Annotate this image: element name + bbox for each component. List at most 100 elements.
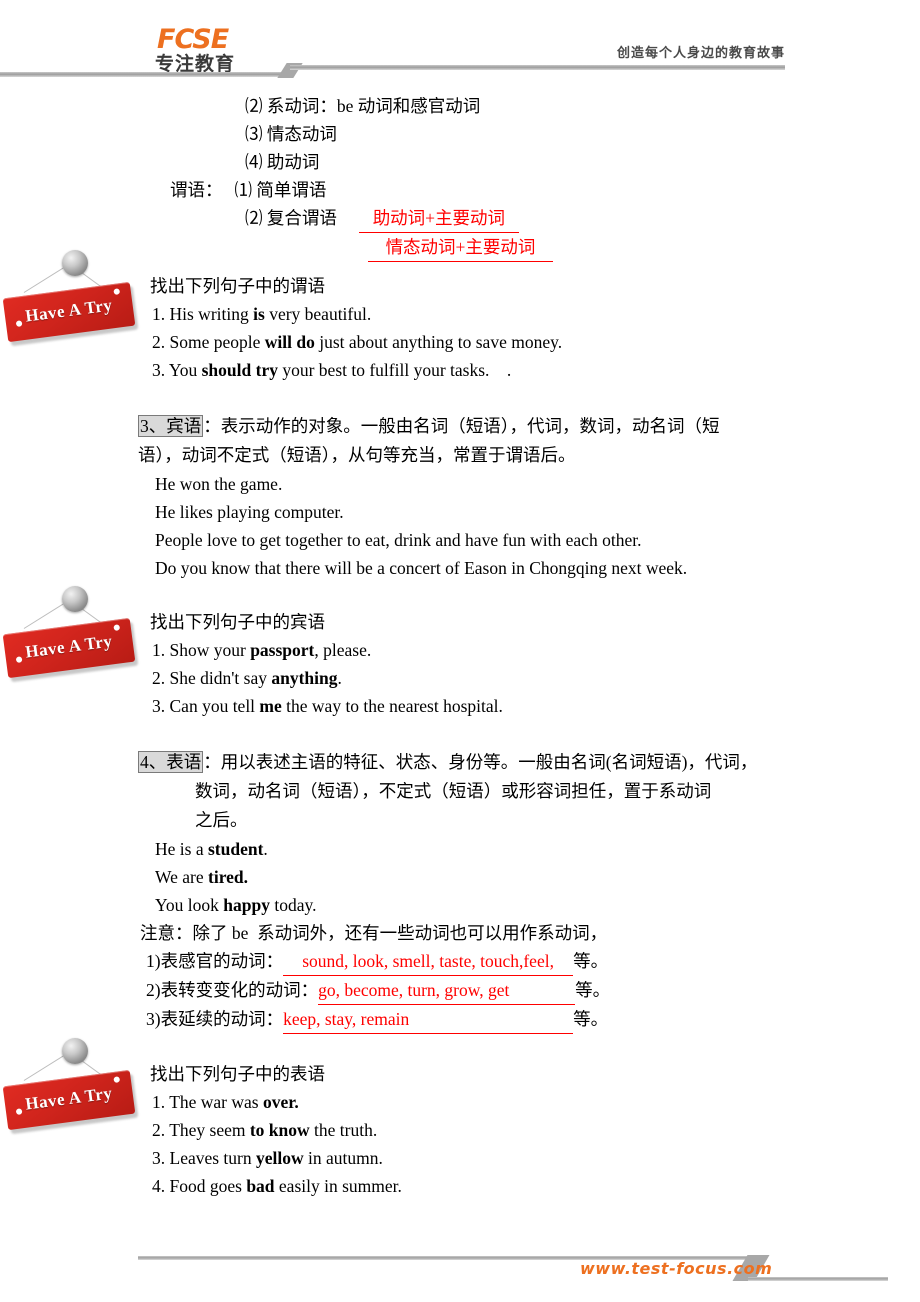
section-4: 4、表语 ：用以表述主语的特征、状态、身份等。一般由名词(名词短语)，代词， <box>138 748 793 777</box>
item-text-post: your best to fulfill your tasks. . <box>277 360 512 380</box>
item-text-post: just about anything to save money. <box>314 332 563 352</box>
brand-logo: FCSE 专注教育 <box>155 26 275 76</box>
item-text-pre: His writing <box>169 304 254 324</box>
footer-website-url[interactable]: www.test-focus.com <box>580 1259 772 1278</box>
exercise3-item-1: 1. The war was over. <box>152 1088 920 1116</box>
badge-hole-right-icon <box>113 624 121 631</box>
item-text-post: the truth. <box>309 1120 378 1140</box>
exercise3-item-4: 4. Food goes bad easily in summer. <box>152 1172 920 1200</box>
item-text-post: the way to the nearest hospital. <box>281 696 503 716</box>
section-3-body-2: 语），动词不定式（短语），从句等充当，常置于谓语后。 <box>138 441 793 470</box>
item-text-post: very beautiful. <box>264 304 372 324</box>
exercise2-item-2: 2. She didn't say anything. <box>152 664 920 692</box>
exercise2-prompt: 找出下列句子中的宾语 <box>150 612 325 632</box>
item-text-post: . <box>337 668 342 688</box>
fill-answer: keep, stay, remain <box>283 1005 574 1034</box>
section-4-colon: ： <box>203 752 221 772</box>
fill-label: 2)表转变变化的动词： <box>146 980 319 1000</box>
fill-tail: 等。 <box>573 951 609 971</box>
item-text-bold: passport <box>250 640 315 660</box>
item-text-bold: yellow <box>256 1148 304 1168</box>
outline-item-4: ⑷ 助动词 <box>245 152 320 172</box>
item-text-post: , please. <box>314 640 372 660</box>
item-number: 1. <box>152 640 170 660</box>
item-text-post: easily in summer. <box>274 1176 402 1196</box>
predicate-label: 谓语： <box>170 180 223 200</box>
fill-tail: 等。 <box>573 1009 609 1029</box>
exercise1-item-2: 2. Some people will do just about anythi… <box>152 328 920 356</box>
item-text-bold: anything <box>271 668 338 688</box>
badge-string-right <box>75 604 122 638</box>
example-text-pre: We are <box>155 867 208 887</box>
header-tagline: 创造每个人身边的教育故事 <box>616 46 785 61</box>
outline-item-3: ⑶ 情态动词 <box>245 124 337 144</box>
item-text-pre: You <box>168 360 202 380</box>
item-number: 3. <box>152 1148 170 1168</box>
fill-answer: sound, look, smell, taste, touch,feel, <box>283 947 574 976</box>
badge-plate-shadow <box>5 285 139 347</box>
section-3-example-1: He won the game. <box>155 474 283 494</box>
section-4-fill-2: 2)表转变变化的动词：go, become, turn, grow, get 等。 <box>146 976 920 1005</box>
item-text-pre: They seem <box>169 1120 250 1140</box>
predicate-answer-2: 情态动词+主要动词 <box>368 233 553 262</box>
exercise1-prompt: 找出下列句子中的谓语 <box>150 276 325 296</box>
section-4-body-2: 数词，动名词（短语），不定式（短语）或形容词担任，置于系动词 <box>195 781 712 801</box>
item-text-bold: to know <box>249 1120 310 1140</box>
item-number: 2. <box>152 1120 170 1140</box>
section-3-example-2: He likes playing computer. <box>155 502 344 522</box>
section-3-example-4: Do you know that there will be a concert… <box>155 558 688 578</box>
exercise3-item-2: 2. They seem to know the truth. <box>152 1116 920 1144</box>
example-text-pre: You look <box>155 895 224 915</box>
badge-plate-shadow <box>5 621 139 683</box>
item-text-bold: is <box>253 304 265 324</box>
predicate-line-compound-2: 情态动词+主要动词 <box>368 233 920 262</box>
fill-label: 3)表延续的动词： <box>146 1009 284 1029</box>
item-text-pre: Food goes <box>169 1176 247 1196</box>
badge-plate-shadow <box>5 1073 139 1135</box>
badge-plate: Have A Try <box>2 281 136 343</box>
predicate-compound: ⑵ 复合谓语 <box>245 208 337 228</box>
item-text-pre: Leaves turn <box>169 1148 256 1168</box>
exercise2-item-3: 3. Can you tell me the way to the neares… <box>152 692 920 720</box>
outline-item-2: ⑵ 系动词：be 动词和感官动词 <box>245 96 481 116</box>
exercise2-item-1: 1. Show your passport, please. <box>152 636 920 664</box>
badge-label: Have A Try <box>24 295 114 326</box>
section-4-example-1: He is a student. <box>155 835 920 863</box>
item-text-bold: me <box>259 696 282 716</box>
item-text-pre: Can you tell <box>169 696 260 716</box>
item-text-pre: Show your <box>169 640 251 660</box>
badge-plate: Have A Try <box>2 617 136 679</box>
section-3-example-3: People love to get together to eat, drin… <box>155 530 642 550</box>
exercise3-item-3: 3. Leaves turn yellow in autumn. <box>152 1144 920 1172</box>
example-text-post: today. <box>269 895 317 915</box>
item-number: 2. <box>152 332 170 352</box>
section-3-colon: ： <box>203 416 221 436</box>
item-number: 2. <box>152 668 170 688</box>
badge-hole-left-icon <box>15 1108 23 1115</box>
section-3: 3、宾语 ：表示动作的对象。一般由名词（短语），代词，数词，动名词（短 <box>138 412 793 441</box>
badge-string-right <box>75 268 122 302</box>
section-3-body-line-1: 表示动作的对象。一般由名词（短语），代词，数词，动名词（短 <box>220 416 720 436</box>
exercise3-prompt: 找出下列句子中的表语 <box>150 1064 325 1084</box>
section-4-body-3: 之后。 <box>195 810 248 830</box>
item-text-post: in autumn. <box>303 1148 383 1168</box>
item-text-pre: Some people <box>169 332 265 352</box>
badge-string-right <box>75 1056 122 1090</box>
section-3-heading: 3、宾语 <box>138 415 204 437</box>
item-number: 3. <box>152 696 170 716</box>
item-number: 1. <box>152 1092 170 1112</box>
example-text-bold: tired. <box>208 867 249 887</box>
predicate-line-simple: 谓语： ⑴ 简单谓语 <box>170 176 920 204</box>
predicate-answer-1: 助动词+主要动词 <box>358 204 519 233</box>
section-4-example-3: You look happy today. <box>155 891 920 919</box>
fill-label: 1)表感官的动词： <box>146 951 284 971</box>
item-text-pre: She didn't say <box>169 668 272 688</box>
badge-hole-left-icon <box>15 320 23 327</box>
page-footer: www.test-focus.com <box>0 1242 920 1302</box>
item-text-pre: The war was <box>169 1092 263 1112</box>
example-text-bold: happy <box>223 895 270 915</box>
page-header: FCSE 专注教育 创造每个人身边的教育故事 <box>0 0 920 92</box>
predicate-simple: ⑴ 简单谓语 <box>234 180 327 200</box>
section-4-note: 注意：除了 be 系动词外，还有一些动词也可以用作系动词， <box>140 923 608 943</box>
section-4-body-line-1: 用以表述主语的特征、状态、身份等。一般由名词(名词短语)，代词， <box>220 752 758 772</box>
